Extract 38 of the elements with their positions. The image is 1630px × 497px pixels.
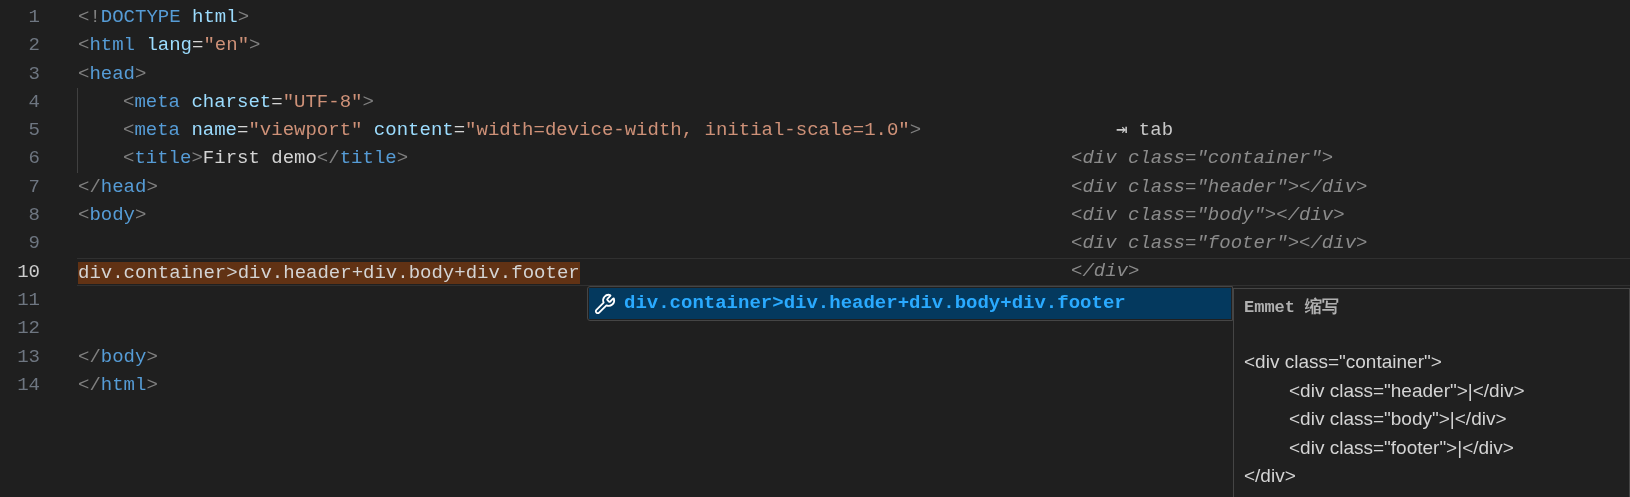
line-number: 9 <box>27 231 40 257</box>
line-number: 12 <box>16 316 40 342</box>
preview-code-line: <div class="footer">|</div> <box>1289 436 1514 458</box>
tab-hint: ⇥ tab <box>1116 119 1174 141</box>
line-number: 14 <box>16 372 40 398</box>
line-number: 2 <box>27 33 40 59</box>
line-number: 6 <box>27 146 40 172</box>
line-number: 4 <box>27 89 40 115</box>
line-number: 8 <box>27 203 40 229</box>
ghost-code-line: <div class="body"></div> <box>1071 203 1345 226</box>
wrench-icon <box>594 292 616 315</box>
details-title: Emmet 缩写 <box>1244 298 1340 317</box>
ghost-code-line: <div class="footer"></div> <box>1071 232 1368 255</box>
line-number: 7 <box>27 174 40 200</box>
ghost-code-line: <div class="header"></div> <box>1071 175 1368 198</box>
code-line: <meta name="viewport" content="width=device-width, initial-scale=1.0"> <box>77 116 922 145</box>
preview-code-line: <div class="body">|</div> <box>1289 408 1507 429</box>
line-number: 3 <box>27 61 40 87</box>
preview-code-line: </div> <box>1244 465 1296 486</box>
code-line: </body> <box>77 344 158 370</box>
ghost-code-line: </div> <box>1071 260 1140 283</box>
preview-code-line: <div class="container"> <box>1244 351 1442 372</box>
code-line: <meta charset="UTF-8"> <box>77 87 374 117</box>
line-number: 13 <box>16 344 40 370</box>
line-number: 5 <box>27 118 40 144</box>
code-line: <body> <box>77 203 147 229</box>
code-line: <html lang="en"> <box>77 33 261 59</box>
preview-code-line: <div class="header">|</div> <box>1289 379 1525 401</box>
code-line: <head> <box>77 61 147 87</box>
suggestion-item[interactable]: div.container>div.header+div.body+div.footer <box>589 288 1231 319</box>
code-line: </head> <box>77 174 158 200</box>
code-line: <!DOCTYPE html> <box>77 5 250 30</box>
code-line: </html> <box>77 372 158 398</box>
line-number: 11 <box>16 287 40 313</box>
line-number: 10 <box>16 259 40 285</box>
code-line: <title>First demo</title> <box>77 144 409 173</box>
line-number: 1 <box>27 5 40 30</box>
ghost-code-line: <div class="container"> <box>1071 147 1334 170</box>
